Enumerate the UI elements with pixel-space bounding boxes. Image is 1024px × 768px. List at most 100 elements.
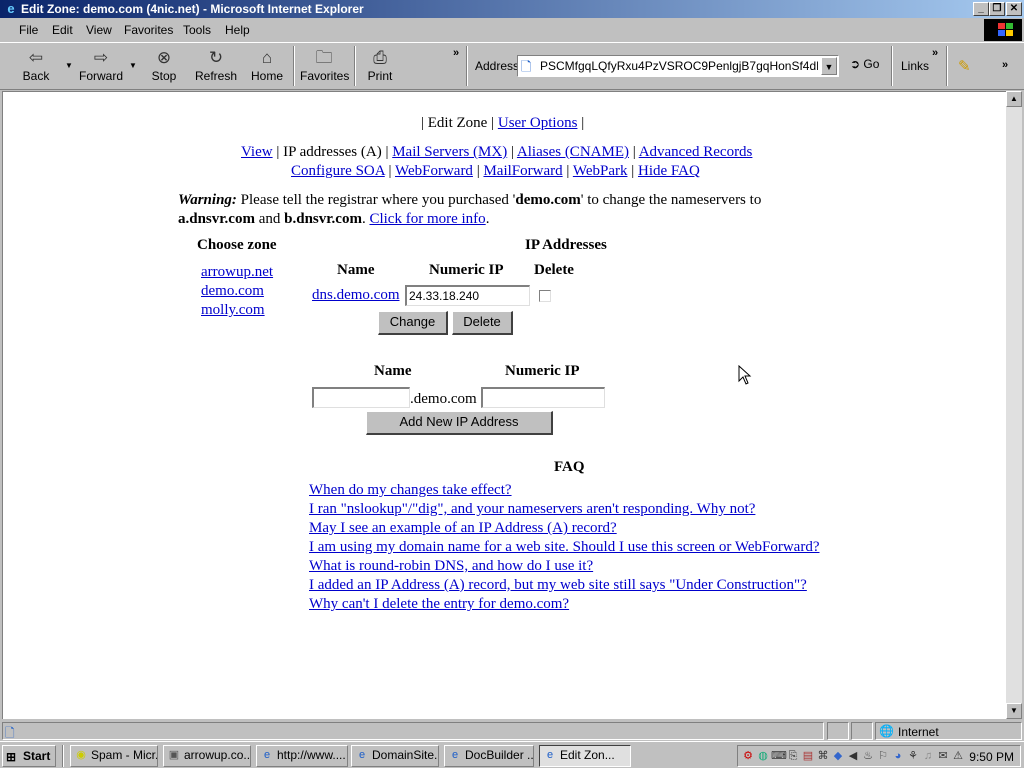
status-panel (827, 722, 849, 740)
warning-line-2: a.dnsvr.com and b.dnsvr.com. Click for m… (178, 211, 490, 227)
back-button[interactable]: ⇦ Back (18, 47, 54, 87)
pencil-edit-icon[interactable]: ✎ (958, 57, 971, 75)
address-input[interactable]: 🗋 PSCMfgqLQfyRxu4PzVSROC9PenlgjB7gqHonSf… (517, 55, 839, 77)
mail-app-icon: ◉ (76, 749, 86, 761)
zone-link-molly[interactable]: molly.com (201, 302, 265, 319)
new-ip-input[interactable] (481, 387, 605, 408)
configure-soa-link[interactable]: Configure SOA (291, 163, 385, 179)
tray-network-icon[interactable]: ⌨ (771, 749, 787, 763)
webpark-link[interactable]: WebPark (573, 163, 628, 179)
tray-icon[interactable]: ◆ (831, 749, 845, 763)
task-domainsite[interactable]: e DomainSite... (351, 745, 439, 767)
more-info-link[interactable]: Click for more info (369, 211, 485, 227)
change-button[interactable]: Change (378, 311, 448, 335)
faq-item[interactable]: May I see an example of an IP Address (A… (309, 520, 617, 537)
task-docbuilder[interactable]: e DocBuilder ... (444, 745, 534, 767)
hide-faq-link[interactable]: Hide FAQ (638, 163, 700, 179)
address-url: PSCMfgqLQfyRxu4PzVSROC9PenlgjB7gqHonSf4d… (540, 59, 818, 73)
top-nav: | Edit Zone | User Options | (421, 115, 585, 131)
task-edit-zone[interactable]: e Edit Zon... (539, 745, 631, 767)
faq-item[interactable]: What is round-robin DNS, and how do I us… (309, 558, 593, 575)
toolbar: ⇦ Back ▼ ⇨ Forward ▼ ⊗ Stop ↻ Refresh ⌂ … (0, 42, 1024, 90)
faq-item[interactable]: I added an IP Address (A) record, but my… (309, 577, 807, 594)
status-text-panel: 🗋 (2, 722, 824, 740)
domain-suffix: .demo.com (410, 391, 477, 407)
record-ip-input[interactable] (405, 285, 530, 306)
vertical-scrollbar[interactable]: ▲ ▼ (1006, 91, 1022, 719)
tray-icon[interactable]: ⚠ (951, 749, 965, 763)
new-name-input[interactable] (312, 387, 410, 408)
delete-checkbox[interactable] (539, 290, 551, 302)
tray-speaker-icon[interactable]: ◀ (846, 749, 860, 763)
menu-favorites[interactable]: Favorites (124, 23, 173, 37)
go-button[interactable]: ➲ Go (850, 57, 879, 71)
back-dropdown-icon[interactable]: ▼ (65, 61, 73, 70)
toolbar-chevron-icon[interactable]: » (453, 47, 459, 59)
start-button[interactable]: ⊞ Start (2, 745, 56, 767)
forward-dropdown-icon[interactable]: ▼ (129, 61, 137, 70)
mailforward-link[interactable]: MailForward (483, 163, 562, 179)
view-link[interactable]: View (241, 144, 273, 160)
record-nav-row-2: Configure SOA | WebForward | MailForward… (291, 163, 700, 179)
menu-tools[interactable]: Tools (183, 23, 211, 37)
record-name-link[interactable]: dns.demo.com (312, 287, 400, 304)
menu-edit[interactable]: Edit (52, 23, 73, 37)
tray-mail-icon[interactable]: ✉ (936, 749, 950, 763)
print-button[interactable]: ⎙ Print (365, 47, 395, 87)
choose-zone-heading: Choose zone (197, 237, 277, 253)
tray-icon[interactable]: ♨ (861, 749, 875, 763)
links-chevron-icon[interactable]: » (932, 47, 938, 59)
user-options-link[interactable]: User Options (498, 115, 578, 131)
status-panel (851, 722, 873, 740)
menu-help[interactable]: Help (225, 23, 250, 37)
home-button[interactable]: ⌂ Home (249, 47, 285, 87)
tray-icon[interactable]: ⌘ (816, 749, 830, 763)
scroll-down-icon[interactable]: ▼ (1006, 703, 1022, 719)
tray-icon[interactable]: ⚐ (876, 749, 890, 763)
task-arrowup[interactable]: ▣ arrowup.co... (163, 745, 251, 767)
advanced-records-link[interactable]: Advanced Records (639, 144, 753, 160)
minimize-button[interactable]: _ (973, 2, 989, 16)
back-arrow-icon: ⇦ (28, 48, 44, 67)
toolbar-separator (466, 46, 468, 86)
delete-button[interactable]: Delete (452, 311, 513, 335)
task-spam[interactable]: ◉ Spam - Micr... (70, 745, 158, 767)
webforward-link[interactable]: WebForward (395, 163, 473, 179)
restore-button[interactable]: ❐ (989, 2, 1005, 16)
stop-button[interactable]: ⊗ Stop (148, 47, 180, 87)
zone-link-arrowup[interactable]: arrowup.net (201, 264, 273, 281)
links-button[interactable]: Links (901, 59, 929, 73)
go-arrow-icon: ➲ (850, 57, 861, 71)
menu-file[interactable]: File (19, 23, 38, 37)
task-http[interactable]: e http://www.... (256, 745, 348, 767)
menu-view[interactable]: View (86, 23, 112, 37)
zone-label: Internet (898, 725, 939, 739)
faq-item[interactable]: When do my changes take effect? (309, 482, 512, 499)
ie-task-icon: e (263, 749, 271, 761)
close-button[interactable]: ✕ (1006, 2, 1022, 16)
faq-item[interactable]: I am using my domain name for a web site… (309, 539, 819, 556)
tray-bell-icon[interactable]: ♫ (921, 749, 935, 763)
warning-line-1: Warning: Please tell the registrar where… (178, 192, 762, 208)
favorites-button[interactable]: 🗀 Favorites (300, 47, 349, 87)
refresh-button[interactable]: ↻ Refresh (194, 47, 238, 87)
scroll-up-icon[interactable]: ▲ (1006, 91, 1022, 107)
tray-globe-icon[interactable]: ◍ (756, 749, 770, 763)
address-dropdown-icon[interactable]: ▼ (821, 57, 837, 75)
warning-label: Warning: (178, 192, 237, 208)
forward-button[interactable]: ⇨ Forward (78, 47, 124, 87)
zone-link-demo[interactable]: demo.com (201, 283, 264, 300)
aliases-link[interactable]: Aliases (CNAME) (517, 144, 629, 160)
faq-item[interactable]: Why can't I delete the entry for demo.co… (309, 596, 569, 613)
tray-icon[interactable]: ⚘ (906, 749, 920, 763)
tray-icon[interactable]: ⎘ (786, 749, 800, 763)
mail-servers-link[interactable]: Mail Servers (MX) (392, 144, 507, 160)
tray-icon[interactable]: ⚙ (741, 749, 755, 763)
add-new-ip-button[interactable]: Add New IP Address (366, 411, 553, 435)
tray-messenger-icon[interactable]: ◕ (891, 749, 905, 763)
faq-item[interactable]: I ran "nslookup"/"dig", and your nameser… (309, 501, 755, 518)
ie-task-icon: e (358, 749, 366, 761)
toolbar-overflow-chevron-icon[interactable]: » (1002, 59, 1008, 71)
tray-icon[interactable]: ▤ (801, 749, 815, 763)
home-icon: ⌂ (261, 48, 273, 67)
